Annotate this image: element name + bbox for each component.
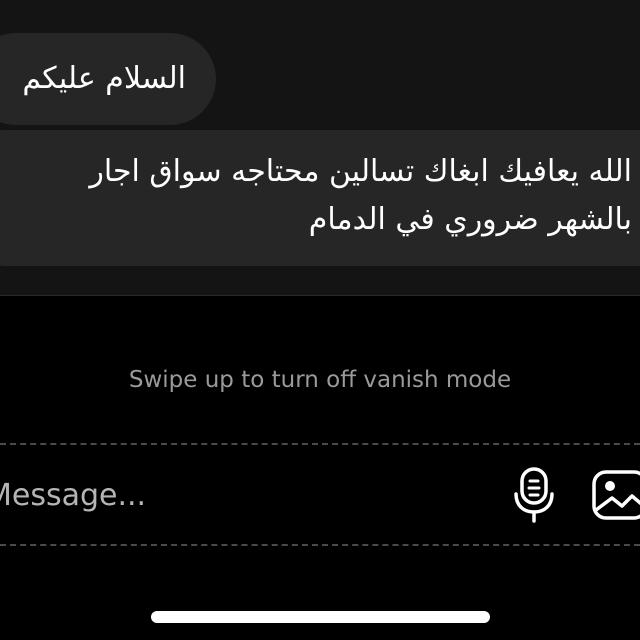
message-text: السلام عليكم — [22, 61, 186, 96]
message-composer — [0, 446, 640, 543]
message-thread[interactable]: السلام عليكم الله يعافيك ابغاك تسالين مح… — [0, 0, 640, 296]
message-bubble[interactable]: السلام عليكم — [0, 33, 216, 125]
vanish-mode-divider-bottom — [0, 544, 640, 546]
vanish-mode-chat-screen: السلام عليكم الله يعافيك ابغاك تسالين مح… — [0, 0, 640, 640]
message-bubble[interactable]: الله يعافيك ابغاك تسالين محتاجه سواق اجا… — [0, 130, 640, 266]
microphone-icon[interactable] — [510, 466, 558, 524]
vanish-mode-hint: Swipe up to turn off vanish mode — [128, 367, 512, 393]
message-text-line: الله يعافيك ابغاك تسالين محتاجه سواق اجا… — [89, 154, 632, 189]
vanish-mode-divider-top — [0, 443, 640, 445]
message-input[interactable] — [0, 472, 426, 518]
home-indicator[interactable] — [151, 611, 490, 623]
photo-gallery-icon[interactable] — [590, 468, 640, 522]
message-text-line: بالشهر ضروري في الدمام — [308, 202, 632, 237]
